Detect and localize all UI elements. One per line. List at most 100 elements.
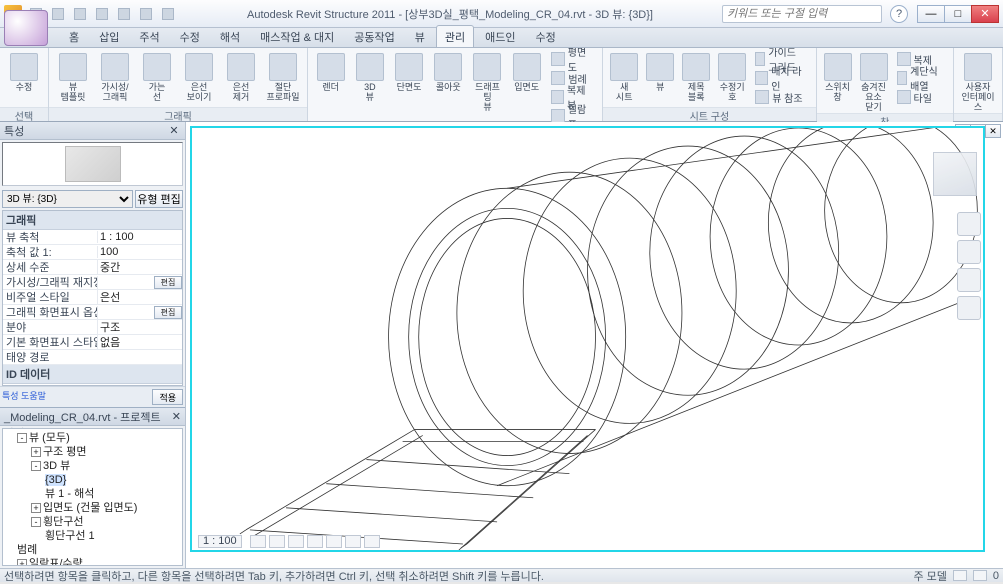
viewcontrol-shadow-icon[interactable]: [307, 535, 323, 548]
tree-expander-icon[interactable]: +: [31, 503, 41, 513]
property-row[interactable]: 상세 수준중간: [3, 260, 182, 275]
property-value[interactable]: 편집: [97, 276, 182, 289]
tree-expander-icon[interactable]: -: [17, 433, 27, 443]
minimize-button[interactable]: —: [917, 5, 945, 23]
property-row[interactable]: 그래픽 화면표시 옵션편집: [3, 305, 182, 320]
ribbon-tab[interactable]: 주석: [130, 25, 168, 47]
tree-item[interactable]: -3D 뷰{3D}뷰 1 - 해석: [31, 459, 182, 501]
property-edit-button[interactable]: 편집: [154, 306, 182, 319]
qat-print-button[interactable]: [114, 4, 134, 24]
ribbon-button-small[interactable]: 계단식 배열: [893, 69, 949, 87]
drawing-area[interactable]: — □ ✕: [186, 122, 1003, 568]
nav-pan-icon[interactable]: [957, 268, 981, 292]
ribbon-button[interactable]: 렌더: [312, 50, 349, 93]
tree-expander-icon[interactable]: +: [31, 447, 41, 457]
tree-item[interactable]: -뷰 (모두)+구조 평면-3D 뷰{3D}뷰 1 - 해석+입면도 (건물 입…: [17, 431, 182, 543]
view-cube[interactable]: [933, 152, 977, 196]
property-value[interactable]: 구조: [97, 319, 182, 335]
qat-measure-button[interactable]: [136, 4, 156, 24]
doc-close-button[interactable]: ✕: [985, 124, 1001, 138]
ribbon-tab[interactable]: 매스작업 & 대지: [251, 25, 343, 47]
nav-home-icon[interactable]: [957, 212, 981, 236]
nav-orbit-icon[interactable]: [957, 296, 981, 320]
property-row[interactable]: 축척 값 1:100: [3, 245, 182, 260]
nav-zoom-icon[interactable]: [957, 240, 981, 264]
tree-item[interactable]: +구조 평면: [31, 445, 182, 459]
ribbon-button-small[interactable]: 매치 라인: [751, 69, 811, 87]
project-browser-tree[interactable]: -뷰 (모두)+구조 평면-3D 뷰{3D}뷰 1 - 해석+입면도 (건물 입…: [2, 428, 183, 566]
application-menu-button[interactable]: [4, 10, 48, 46]
ribbon-button-small[interactable]: 평면도: [547, 50, 598, 68]
ribbon-button[interactable]: 수정기호: [715, 50, 749, 103]
ribbon-tab[interactable]: 애드인: [476, 25, 524, 47]
viewcontrol-show-crop-icon[interactable]: [345, 535, 361, 548]
ribbon-button[interactable]: 콜아웃: [430, 50, 467, 93]
properties-close-icon[interactable]: ✕: [167, 124, 181, 138]
tree-item[interactable]: +일람표/수량: [17, 557, 182, 566]
ribbon-button[interactable]: 사용자인터페이스: [958, 50, 998, 113]
edit-type-button[interactable]: 유형 편집: [135, 190, 183, 208]
ribbon-button[interactable]: 단면도: [390, 50, 427, 93]
maximize-button[interactable]: □: [944, 5, 972, 23]
ribbon-tab[interactable]: 뷰: [406, 25, 434, 47]
ribbon-button[interactable]: 제목블록: [679, 50, 713, 103]
tree-item[interactable]: 범례: [17, 543, 182, 557]
property-value[interactable]: 편집: [97, 306, 182, 319]
ribbon-button[interactable]: 뷰템플릿: [53, 50, 93, 103]
ribbon-button[interactable]: 가는선: [137, 50, 177, 103]
view-scale[interactable]: 1 : 100: [198, 535, 242, 548]
viewcontrol-detail-icon[interactable]: [250, 535, 266, 548]
tree-expander-icon[interactable]: +: [17, 559, 27, 566]
ribbon-tab[interactable]: 공동작업: [345, 25, 403, 47]
property-row[interactable]: 가시성/그래픽 재지정편집: [3, 275, 182, 290]
property-value[interactable]: 없음: [97, 334, 182, 350]
ribbon-button[interactable]: 3D뷰: [351, 50, 388, 103]
help-button[interactable]: ?: [890, 5, 908, 23]
property-value[interactable]: 1 : 100: [97, 231, 182, 243]
ribbon-button[interactable]: 은선제거: [221, 50, 261, 103]
properties-help-link[interactable]: 특성 도움말: [2, 389, 46, 405]
ribbon-tab[interactable]: 수정: [171, 25, 209, 47]
tree-expander-icon[interactable]: -: [31, 461, 41, 471]
apply-button[interactable]: 적용: [152, 389, 183, 405]
search-input[interactable]: [722, 5, 882, 23]
close-button[interactable]: ✕: [971, 5, 999, 23]
property-edit-button[interactable]: 편집: [154, 276, 182, 289]
tree-item[interactable]: 뷰 1 - 해석: [45, 487, 182, 501]
property-value[interactable]: 100: [97, 246, 182, 258]
ribbon-button[interactable]: 수정: [4, 50, 44, 93]
browser-close-icon[interactable]: ✕: [172, 410, 181, 424]
ribbon-button[interactable]: 절단프로파일: [263, 50, 303, 103]
property-row[interactable]: 태양 경로: [3, 350, 182, 365]
property-row[interactable]: 분야구조: [3, 320, 182, 335]
ribbon-button[interactable]: 뷰: [643, 50, 677, 93]
tree-item[interactable]: 횡단구선 1: [45, 529, 182, 543]
viewcontrol-crop-icon[interactable]: [326, 535, 342, 548]
ribbon-button[interactable]: 스위치창: [821, 50, 855, 103]
tree-item[interactable]: +입면도 (건물 입면도): [31, 501, 182, 515]
ribbon-button[interactable]: 드래프팅뷰: [469, 50, 506, 113]
ribbon-tab[interactable]: 해석: [211, 25, 249, 47]
qat-undo-button[interactable]: [70, 4, 90, 24]
viewcontrol-style-icon[interactable]: [269, 535, 285, 548]
ribbon-tab[interactable]: 삽입: [90, 25, 128, 47]
ribbon-tab[interactable]: 관리: [436, 25, 474, 47]
ribbon-button[interactable]: 숨겨진요소닫기: [857, 50, 891, 113]
tree-item[interactable]: {3D}: [45, 473, 182, 487]
status-pressdrag-icon[interactable]: [953, 570, 967, 581]
viewcontrol-hide-icon[interactable]: [364, 535, 380, 548]
property-row[interactable]: 기본 화면표시 스타일없음: [3, 335, 182, 350]
status-filter-icon[interactable]: [973, 570, 987, 581]
ribbon-tab[interactable]: 홈: [60, 25, 88, 47]
ribbon-button[interactable]: 입면도: [508, 50, 545, 93]
ribbon-button[interactable]: 은선보이기: [179, 50, 219, 103]
qat-save-button[interactable]: [48, 4, 68, 24]
ribbon-button-small[interactable]: 타일: [893, 88, 949, 106]
type-selector[interactable]: 3D 뷰: {3D}: [2, 190, 133, 208]
properties-grid[interactable]: 그래픽뷰 축척1 : 100축척 값 1:100상세 수준중간가시성/그래픽 재…: [2, 210, 183, 386]
viewcontrol-sun-icon[interactable]: [288, 535, 304, 548]
ribbon-button-small[interactable]: 뷰 참조: [751, 88, 811, 106]
tree-expander-icon[interactable]: -: [31, 517, 41, 527]
property-value[interactable]: 중간: [97, 259, 182, 275]
property-row[interactable]: 비주얼 스타일은선: [3, 290, 182, 305]
